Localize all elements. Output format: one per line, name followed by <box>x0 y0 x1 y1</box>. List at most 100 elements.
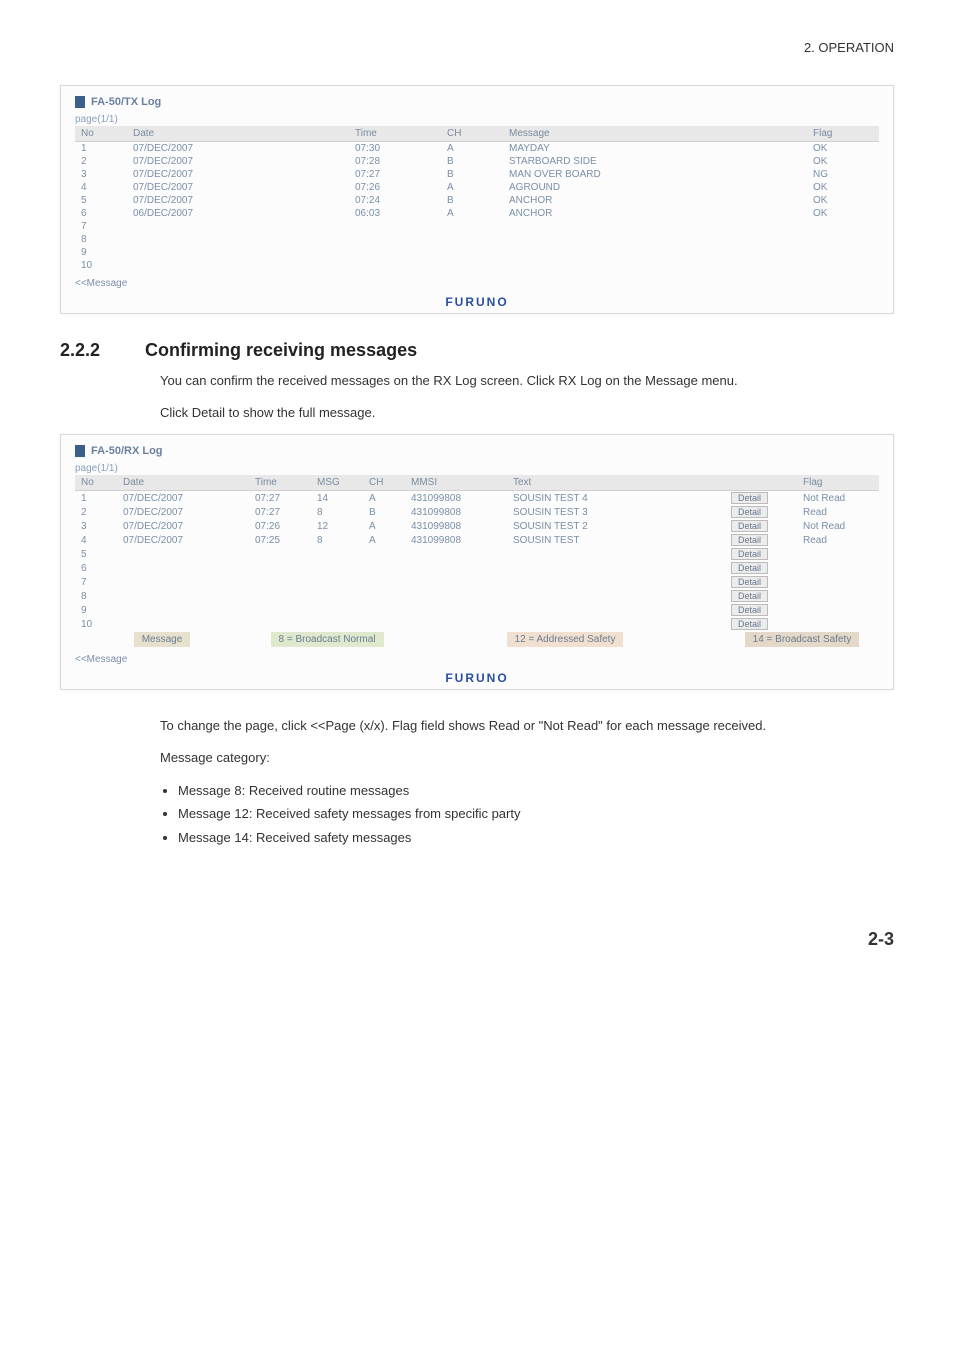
table-row: 8Detail <box>75 589 879 603</box>
detail-button[interactable]: Detail <box>731 604 768 616</box>
cell-msg <box>311 603 363 617</box>
table-row: 207/DEC/200707:28BSTARBOARD SIDEOK <box>75 155 879 168</box>
cell-date: 07/DEC/2007 <box>127 181 349 194</box>
cell-msg <box>311 617 363 631</box>
cell-no: 3 <box>75 519 117 533</box>
cell-time <box>249 617 311 631</box>
cell-ch: A <box>363 533 405 547</box>
brand-logo: FURUNO <box>75 671 879 685</box>
cell-text <box>507 547 725 561</box>
col-ch: CH <box>363 475 405 491</box>
cell-time <box>349 259 441 272</box>
bullet-2: Message 12: Received safety messages fro… <box>178 802 894 825</box>
cell-text <box>507 589 725 603</box>
table-row: 5 Detail <box>75 547 879 561</box>
tx-log-title: FA-50/TX Log <box>75 96 879 108</box>
cell-time <box>249 603 311 617</box>
title-block-icon <box>75 445 85 457</box>
cell-text: SOUSIN TEST 2 <box>507 519 725 533</box>
cell-no: 10 <box>75 617 117 631</box>
category-legend-row: Message 8 = Broadcast Normal 12 = Addres… <box>75 631 879 648</box>
cat-14: 14 = Broadcast Safety <box>745 632 860 647</box>
cell-flag <box>797 603 879 617</box>
cell-date <box>127 259 349 272</box>
cell-mmsi <box>405 617 507 631</box>
cell-mmsi <box>405 575 507 589</box>
cell-time <box>249 547 311 561</box>
col-no: No <box>75 126 127 142</box>
detail-button[interactable]: Detail <box>731 576 768 588</box>
tx-log-panel: FA-50/TX Log page(1/1) No Date Time CH M… <box>60 85 894 314</box>
detail-button[interactable]: Detail <box>731 548 768 560</box>
detail-button[interactable]: Detail <box>731 492 768 504</box>
cell-no: 5 <box>75 547 117 561</box>
table-row: 6Detail <box>75 561 879 575</box>
detail-button[interactable]: Detail <box>731 562 768 574</box>
rx-log-panel: FA-50/RX Log page(1/1) No Date Time MSG … <box>60 434 894 690</box>
table-row: 9 Detail <box>75 603 879 617</box>
cell-time <box>349 233 441 246</box>
cell-ch: B <box>441 155 503 168</box>
col-time: Time <box>249 475 311 491</box>
cell-msg: ANCHOR <box>503 207 807 220</box>
col-detail <box>725 475 797 491</box>
cell-time: 07:25 <box>249 533 311 547</box>
detail-button[interactable]: Detail <box>731 520 768 532</box>
cell-time: 07:26 <box>249 519 311 533</box>
cell-date: 07/DEC/2007 <box>127 142 349 156</box>
cell-date: 07/DEC/2007 <box>117 491 249 506</box>
cell-time: 07:27 <box>249 491 311 506</box>
cell-no: 2 <box>75 505 117 519</box>
col-ch: CH <box>441 126 503 142</box>
detail-button[interactable]: Detail <box>731 618 768 630</box>
col-date: Date <box>117 475 249 491</box>
cell-time: 07:28 <box>349 155 441 168</box>
detail-button[interactable]: Detail <box>731 534 768 546</box>
cell-ch <box>363 617 405 631</box>
detail-button[interactable]: Detail <box>731 506 768 518</box>
rx-back-link[interactable]: <<Message <box>75 654 127 665</box>
cell-no: 1 <box>75 142 127 156</box>
cell-flag <box>797 589 879 603</box>
cell-ch <box>441 220 503 233</box>
rx-page-indicator: page(1/1) <box>75 463 879 474</box>
cell-date <box>117 547 249 561</box>
cell-no: 8 <box>75 233 127 246</box>
table-row: 9 <box>75 246 879 259</box>
cell-detail: Detail <box>725 617 797 631</box>
col-flag: Flag <box>807 126 879 142</box>
cell-mmsi: 431099808 <box>405 491 507 506</box>
table-row: 10 Detail <box>75 617 879 631</box>
cell-date <box>117 603 249 617</box>
detail-button[interactable]: Detail <box>731 590 768 602</box>
cell-ch <box>441 233 503 246</box>
cell-date: 06/DEC/2007 <box>127 207 349 220</box>
col-mmsi: MMSI <box>405 475 507 491</box>
tx-back-link[interactable]: <<Message <box>75 278 127 289</box>
cell-msg: ANCHOR <box>503 194 807 207</box>
cell-msg <box>311 547 363 561</box>
col-time: Time <box>349 126 441 142</box>
brand-logo: FURUNO <box>75 295 879 309</box>
cell-no: 3 <box>75 168 127 181</box>
cell-text: SOUSIN TEST 3 <box>507 505 725 519</box>
cell-detail: Detail <box>725 561 797 575</box>
cell-ch <box>363 561 405 575</box>
cell-date <box>127 233 349 246</box>
section-title: Confirming receiving messages <box>145 340 417 360</box>
cell-flag <box>807 259 879 272</box>
cell-no: 9 <box>75 603 117 617</box>
cell-msg <box>311 561 363 575</box>
cell-time: 06:03 <box>349 207 441 220</box>
cell-flag <box>797 547 879 561</box>
cell-ch: A <box>441 207 503 220</box>
cell-date <box>117 617 249 631</box>
cell-text: SOUSIN TEST <box>507 533 725 547</box>
cell-msg: 8 <box>311 505 363 519</box>
col-no: No <box>75 475 117 491</box>
cell-detail: Detail <box>725 547 797 561</box>
cell-flag <box>807 246 879 259</box>
category-list: Message 8: Received routine messages Mes… <box>160 779 894 849</box>
cell-no: 9 <box>75 246 127 259</box>
table-row: 8 <box>75 233 879 246</box>
